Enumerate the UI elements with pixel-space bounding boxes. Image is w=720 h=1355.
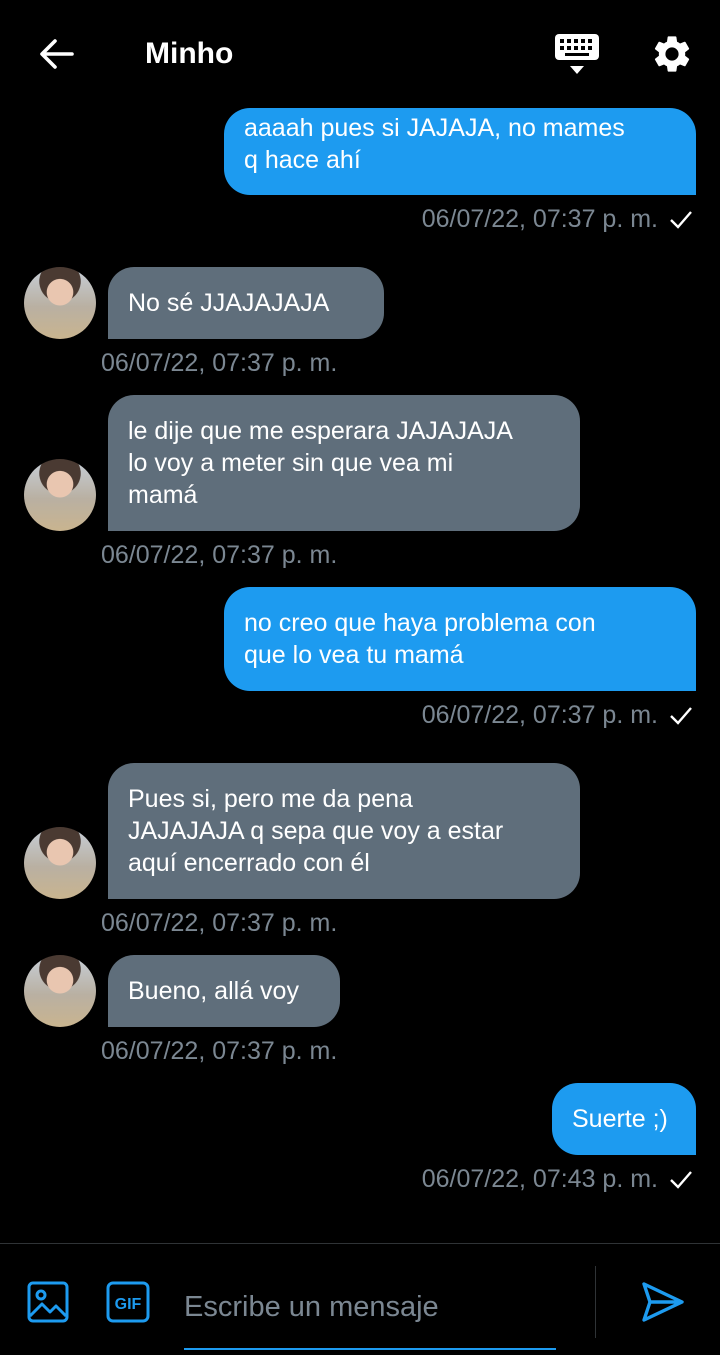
message-bubble-outgoing[interactable]: Suerte ;) xyxy=(552,1083,696,1155)
read-check-icon xyxy=(670,707,692,725)
gear-icon xyxy=(654,36,690,72)
message-timestamp: 06/07/22, 07:43 p. m. xyxy=(421,1165,658,1193)
message-list: aaaah pues si JAJAJA, no mames q hace ah… xyxy=(0,0,720,1243)
contact-avatar[interactable] xyxy=(24,827,96,899)
message-bubble-outgoing[interactable]: aaaah pues si JAJAJA, no mames q hace ah… xyxy=(224,108,696,195)
back-button[interactable] xyxy=(34,32,78,76)
message-timestamp: 06/07/22, 07:37 p. m. xyxy=(101,541,338,569)
composer-divider xyxy=(595,1266,596,1338)
message-bubble-incoming[interactable]: le dije que me esperara JAJAJAJA lo voy … xyxy=(108,395,580,531)
add-image-button[interactable] xyxy=(26,1280,70,1324)
message-bubble-outgoing[interactable]: no creo que haya problema con que lo vea… xyxy=(224,587,696,691)
chat-header: Minho xyxy=(0,0,720,108)
contact-avatar[interactable] xyxy=(24,459,96,531)
message-timestamp: 06/07/22, 07:37 p. m. xyxy=(421,701,658,729)
contact-avatar[interactable] xyxy=(24,267,96,339)
contact-avatar[interactable] xyxy=(24,955,96,1027)
message-timestamp: 06/07/22, 07:37 p. m. xyxy=(101,349,338,377)
message-bubble-incoming[interactable]: Bueno, allá voy xyxy=(108,955,340,1027)
send-button[interactable] xyxy=(640,1280,686,1324)
message-timestamp: 06/07/22, 07:37 p. m. xyxy=(101,909,338,937)
gif-icon: GIF xyxy=(106,1281,150,1323)
image-icon xyxy=(27,1281,69,1323)
add-gif-button[interactable]: GIF xyxy=(106,1281,150,1323)
read-check-icon xyxy=(670,211,692,229)
message-bubble-incoming[interactable]: Pues si, pero me da pena JAJAJAJA q sepa… xyxy=(108,763,580,899)
message-timestamp: 06/07/22, 07:37 p. m. xyxy=(421,205,658,233)
message-bubble-incoming[interactable]: No sé JJAJAJAJA xyxy=(108,267,384,339)
send-icon xyxy=(642,1282,684,1322)
read-check-icon xyxy=(670,1171,692,1189)
settings-button[interactable] xyxy=(650,32,694,76)
message-input[interactable] xyxy=(184,1266,556,1350)
arrow-left-icon xyxy=(40,39,74,69)
message-composer: GIF xyxy=(0,1243,720,1355)
conversation-title: Minho xyxy=(145,37,234,70)
message-timestamp: 06/07/22, 07:37 p. m. xyxy=(101,1037,338,1065)
gif-label: GIF xyxy=(115,1296,142,1313)
keyboard-icon xyxy=(555,34,599,74)
keyboard-shortcuts-button[interactable] xyxy=(553,30,601,80)
